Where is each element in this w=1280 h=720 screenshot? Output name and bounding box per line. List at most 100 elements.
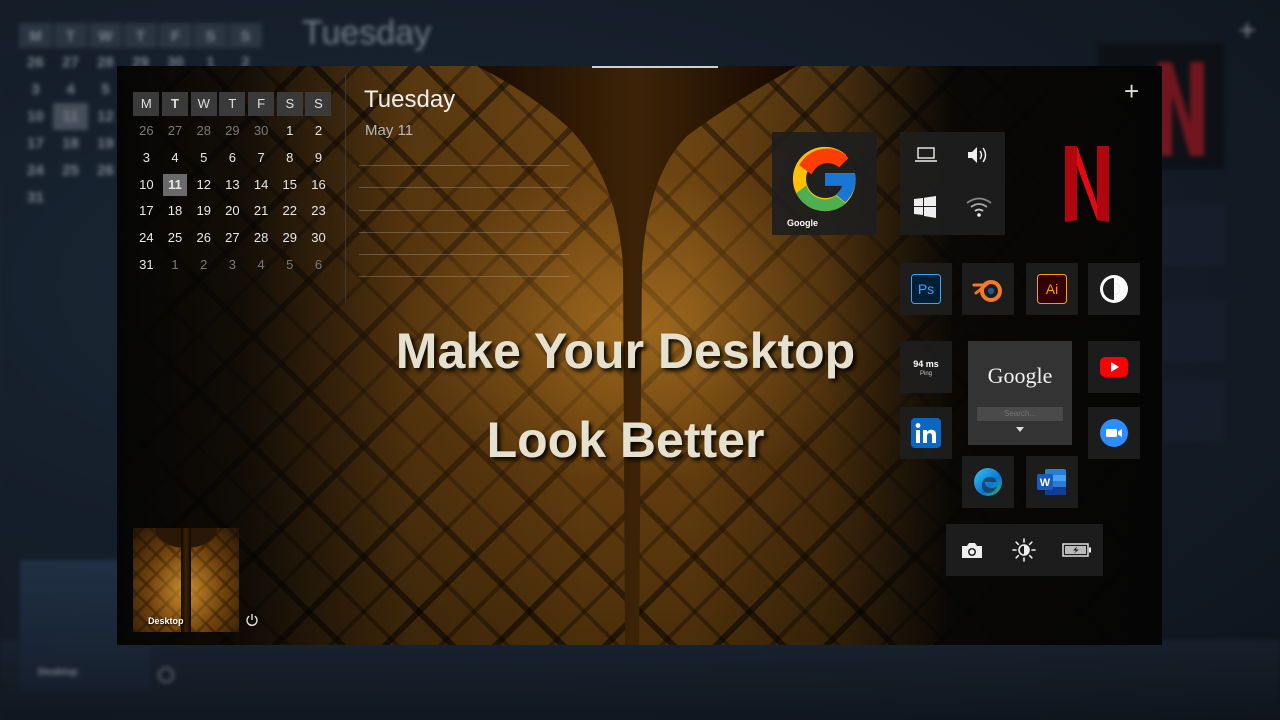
- calendar-week-row: 3 4 5 6 7 8 9: [132, 145, 333, 172]
- agenda-slot[interactable]: [359, 187, 569, 188]
- wifi-icon[interactable]: [965, 196, 993, 218]
- illustrator-icon: Ai: [1037, 274, 1067, 304]
- calendar-day[interactable]: 30: [247, 118, 276, 145]
- calendar-day[interactable]: 21: [247, 198, 276, 225]
- calendar-day[interactable]: 30: [304, 225, 333, 252]
- calendar-day[interactable]: 18: [161, 198, 190, 225]
- ping-tile[interactable]: 94 ms Ping: [900, 341, 952, 393]
- weekday-header: S: [276, 92, 303, 116]
- quick-actions-bar: [946, 524, 1103, 576]
- calendar-day[interactable]: 2: [189, 252, 218, 279]
- agenda-slot[interactable]: [359, 210, 569, 211]
- camera-icon[interactable]: [961, 541, 983, 559]
- edge-tile[interactable]: [962, 456, 1014, 508]
- calendar-day[interactable]: 24: [132, 225, 161, 252]
- calendar-day[interactable]: 12: [189, 172, 218, 199]
- agenda-slot[interactable]: [359, 232, 569, 233]
- calendar-week-row: 26 27 28 29 30 1 2: [132, 118, 333, 145]
- calendar-day[interactable]: 16: [304, 172, 333, 199]
- weekday-header: F: [248, 92, 275, 116]
- calendar-day[interactable]: 15: [275, 172, 304, 199]
- add-tile-plus-icon[interactable]: +: [1124, 78, 1139, 104]
- agenda-slot[interactable]: [359, 254, 569, 255]
- desktop-tile-label: Desktop: [148, 616, 184, 626]
- netflix-icon[interactable]: [1063, 144, 1111, 224]
- calendar-day[interactable]: 6: [218, 145, 247, 172]
- weekday-header: W: [190, 92, 217, 116]
- calendar-day[interactable]: 8: [275, 145, 304, 172]
- calendar-day[interactable]: 26: [132, 118, 161, 145]
- calendar-day[interactable]: 7: [247, 145, 276, 172]
- word-icon: W: [1037, 469, 1066, 495]
- calendar-day[interactable]: 22: [275, 198, 304, 225]
- agenda-slot[interactable]: [359, 165, 569, 166]
- calendar-day[interactable]: 28: [189, 118, 218, 145]
- svg-text:Ps: Ps: [918, 281, 934, 297]
- contrast-app-tile[interactable]: [1088, 263, 1140, 315]
- photoshop-icon: Ps: [911, 274, 941, 304]
- weekday-header: T: [219, 92, 246, 116]
- calendar-day[interactable]: 1: [161, 252, 190, 279]
- contrast-icon: [1100, 275, 1128, 303]
- windows-icon[interactable]: [914, 196, 936, 218]
- calendar-day[interactable]: 1: [275, 118, 304, 145]
- ping-label: Ping: [919, 371, 932, 377]
- calendar-day[interactable]: 25: [161, 225, 190, 252]
- calendar-day-today[interactable]: 11: [161, 172, 190, 199]
- google-tile[interactable]: Google: [772, 132, 877, 235]
- word-tile[interactable]: W: [1026, 456, 1078, 508]
- volume-icon[interactable]: [966, 145, 992, 165]
- photoshop-tile[interactable]: Ps: [900, 263, 952, 315]
- weekday-header: S: [305, 92, 332, 116]
- calendar-day[interactable]: 29: [218, 118, 247, 145]
- svg-text:Ai: Ai: [1046, 281, 1058, 297]
- google-search-input[interactable]: [977, 407, 1063, 421]
- power-icon[interactable]: [245, 613, 259, 627]
- zoom-icon: [1100, 419, 1128, 447]
- calendar-day[interactable]: 13: [218, 172, 247, 199]
- agenda-date: May 11: [365, 122, 414, 139]
- zoom-tile[interactable]: [1088, 407, 1140, 459]
- calendar-day[interactable]: 9: [304, 145, 333, 172]
- laptop-icon[interactable]: [915, 147, 937, 163]
- youtube-tile[interactable]: [1088, 341, 1140, 393]
- linkedin-tile[interactable]: [900, 407, 952, 459]
- calendar-day[interactable]: 10: [132, 172, 161, 199]
- blender-tile[interactable]: [962, 263, 1014, 315]
- calendar-day[interactable]: 26: [189, 225, 218, 252]
- today-marker: 11: [163, 173, 188, 196]
- blender-icon: [972, 280, 1002, 302]
- calendar-day[interactable]: 4: [161, 145, 190, 172]
- calendar-week-row: 31 1 2 3 4 5 6: [132, 252, 333, 279]
- calendar-day[interactable]: 28: [247, 225, 276, 252]
- brightness-icon[interactable]: [1012, 538, 1036, 562]
- calendar-day[interactable]: 14: [247, 172, 276, 199]
- chevron-down-icon[interactable]: [1016, 427, 1024, 432]
- illustrator-tile[interactable]: Ai: [1026, 263, 1078, 315]
- agenda-day-title: Tuesday: [364, 86, 456, 113]
- system-controls-tile[interactable]: [900, 132, 1005, 235]
- google-search-tile[interactable]: Google: [968, 341, 1072, 445]
- calendar-day[interactable]: 17: [132, 198, 161, 225]
- calendar-day[interactable]: 2: [304, 118, 333, 145]
- agenda-slot[interactable]: [359, 276, 569, 277]
- calendar-day[interactable]: 29: [275, 225, 304, 252]
- calendar-day[interactable]: 4: [247, 252, 276, 279]
- calendar-day[interactable]: 27: [161, 118, 190, 145]
- calendar-day[interactable]: 3: [218, 252, 247, 279]
- weekday-header: T: [162, 92, 189, 116]
- calendar-day[interactable]: 27: [218, 225, 247, 252]
- calendar-day[interactable]: 6: [304, 252, 333, 279]
- calendar-day[interactable]: 3: [132, 145, 161, 172]
- calendar-day[interactable]: 5: [275, 252, 304, 279]
- calendar-day[interactable]: 19: [189, 198, 218, 225]
- calendar-day[interactable]: 31: [132, 252, 161, 279]
- battery-icon[interactable]: [1062, 543, 1092, 557]
- start-window: M T W T F S S 26 27 28 29 30 1 2 3 4 5 6…: [117, 66, 1162, 645]
- google-search-logo: Google: [987, 363, 1053, 388]
- background-power-icon: [158, 667, 174, 683]
- calendar-day[interactable]: 23: [304, 198, 333, 225]
- calendar-widget: M T W T F S S 26 27 28 29 30 1 2 3 4 5 6…: [132, 92, 333, 279]
- calendar-day[interactable]: 20: [218, 198, 247, 225]
- calendar-day[interactable]: 5: [189, 145, 218, 172]
